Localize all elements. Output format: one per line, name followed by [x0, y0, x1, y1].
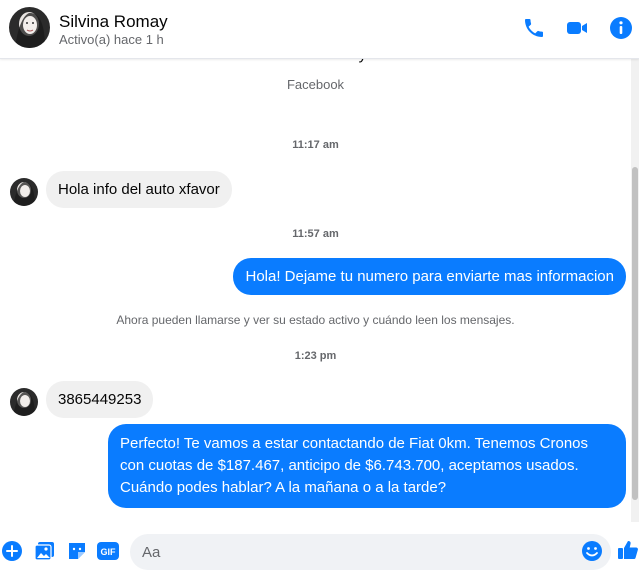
- active-status: Activo(a) hace 1 h: [59, 32, 164, 47]
- video-icon[interactable]: [565, 16, 589, 40]
- emoji-icon[interactable]: [581, 540, 603, 562]
- avatar: [10, 178, 38, 206]
- chat-header: Silvina Romay Activo(a) hace 1 h: [0, 0, 639, 59]
- outgoing-message[interactable]: Perfecto! Te vamos a estar contactando d…: [108, 424, 626, 508]
- outgoing-message[interactable]: Hola! Dejame tu numero para enviarte mas…: [233, 258, 626, 295]
- incoming-message[interactable]: Hola info del auto xfavor: [46, 171, 232, 208]
- system-notice: Ahora pueden llamarse y ver su estado ac…: [116, 313, 515, 327]
- incoming-message[interactable]: 3865449253: [46, 381, 154, 418]
- timestamp: 11:17 am: [292, 139, 339, 151]
- message-composer: GIF: [0, 530, 639, 574]
- message-input[interactable]: [130, 534, 611, 570]
- sticker-icon[interactable]: [66, 540, 88, 562]
- platform-label: Facebook: [286, 77, 345, 92]
- gif-label: GIF: [101, 547, 117, 557]
- like-icon[interactable]: [617, 539, 639, 561]
- timestamp: 11:57 am: [292, 228, 339, 240]
- plus-icon[interactable]: [1, 540, 23, 562]
- contact-name[interactable]: Silvina Romay: [59, 12, 168, 32]
- timestamp: 1:23 pm: [294, 350, 337, 362]
- info-icon[interactable]: [609, 16, 633, 40]
- avatar[interactable]: [9, 7, 50, 48]
- phone-icon[interactable]: [522, 16, 546, 40]
- image-icon[interactable]: [34, 540, 56, 562]
- scrollbar-thumb[interactable]: [632, 167, 638, 500]
- avatar: [10, 388, 38, 416]
- gif-icon[interactable]: GIF: [97, 540, 119, 562]
